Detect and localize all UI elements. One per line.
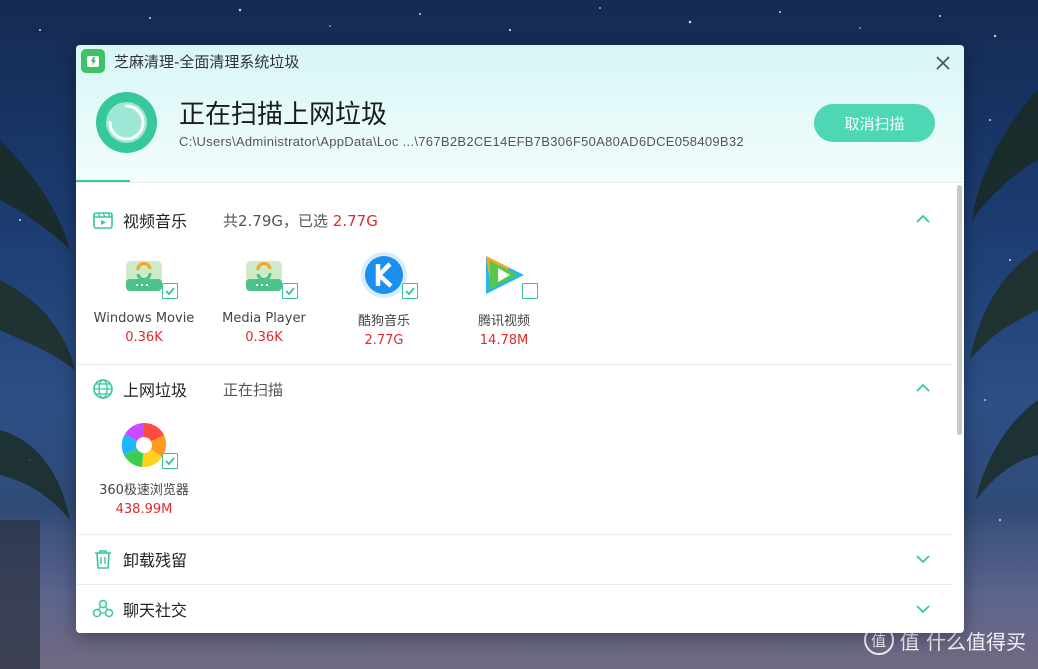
360-browser-icon [120, 421, 178, 469]
checkbox[interactable] [522, 283, 538, 299]
section-label: 卸载残留 [123, 551, 188, 570]
scan-current-path: C:\Users\Administrator\AppData\Loc ...\7… [179, 134, 744, 149]
section-label: 上网垃圾 [123, 381, 188, 400]
globe-icon [93, 379, 113, 399]
media-player-icon [240, 251, 298, 299]
section-label: 聊天社交 [123, 601, 188, 620]
app-item-360-browser[interactable]: 360极速浏览器 438.99M [84, 421, 204, 517]
summary-selected: 2.77G [332, 212, 378, 230]
chevron-down-icon[interactable] [916, 604, 930, 614]
scan-results-list: 视频音乐 共2.79G，已选 2.77G Windows Movie 0.36K… [76, 183, 964, 633]
app-name: Windows Movie [93, 311, 195, 326]
app-size: 14.78M [479, 333, 529, 348]
scan-status-title: 正在扫描上网垃圾 [179, 100, 388, 130]
video-music-icon [93, 212, 113, 229]
scan-spinner-icon [108, 104, 145, 141]
app-item-kugou[interactable]: 酷狗音乐 2.77G [324, 251, 444, 348]
window-title: 芝麻清理-全面清理系统垃圾 [114, 52, 300, 71]
app-item-media-player[interactable]: Media Player 0.36K [204, 251, 324, 345]
chevron-up-icon[interactable] [916, 214, 930, 224]
app-name: Media Player [222, 311, 306, 326]
section-web-junk: 上网垃圾 正在扫描 360极速浏览器 438.99M [76, 364, 952, 535]
section-uninstall-leftovers[interactable]: 卸载残留 [76, 534, 952, 585]
cancel-scan-button[interactable]: 取消扫描 [814, 104, 935, 142]
palm-tree-right-decoration [970, 90, 1038, 500]
app-name: 腾讯视频 [477, 314, 530, 329]
section-chat-social[interactable]: 聊天社交 [76, 584, 952, 633]
app-item-windows-movie[interactable]: Windows Movie 0.36K [84, 251, 204, 345]
app-name: 酷狗音乐 [357, 314, 410, 329]
section-video-music: 视频音乐 共2.79G，已选 2.77G Windows Movie 0.36K… [76, 183, 952, 365]
section-status: 正在扫描 [223, 381, 284, 399]
app-name: 360极速浏览器 [99, 483, 189, 498]
checkbox[interactable] [162, 453, 178, 469]
section-header[interactable]: 上网垃圾 [92, 377, 187, 401]
titlebar: 芝麻清理-全面清理系统垃圾 [76, 45, 964, 77]
app-size: 438.99M [115, 502, 173, 517]
kugou-icon [360, 251, 418, 299]
app-size: 2.77G [364, 333, 404, 348]
windows-movie-icon [120, 251, 178, 299]
checkbox[interactable] [402, 283, 418, 299]
section-header[interactable]: 聊天社交 [92, 597, 187, 621]
cleaner-window: 芝麻清理-全面清理系统垃圾 正在扫描上网垃圾 C:\Users\Administ… [76, 45, 964, 633]
section-header[interactable]: 卸载残留 [92, 547, 187, 571]
window-header: 芝麻清理-全面清理系统垃圾 正在扫描上网垃圾 C:\Users\Administ… [76, 45, 964, 183]
chevron-up-icon[interactable] [916, 383, 930, 393]
app-item-tencent-video[interactable]: 腾讯视频 14.78M [444, 251, 564, 348]
palm-tree-left-decoration [0, 140, 75, 669]
tencent-video-icon [480, 251, 538, 299]
checkbox[interactable] [282, 283, 298, 299]
close-icon[interactable] [936, 56, 950, 70]
checkbox[interactable] [162, 283, 178, 299]
summary-total: 共2.79G，已选 [223, 212, 333, 230]
scrollbar[interactable] [957, 185, 962, 435]
section-header[interactable]: 视频音乐 [92, 208, 187, 232]
app-size: 0.36K [125, 330, 163, 345]
trash-icon [95, 550, 111, 569]
app-size: 0.36K [245, 330, 283, 345]
section-label: 视频音乐 [123, 212, 188, 231]
chat-people-icon [92, 599, 114, 618]
app-logo-icon [81, 49, 105, 73]
chevron-down-icon[interactable] [916, 554, 930, 564]
section-summary: 共2.79G，已选 2.77G [223, 210, 378, 231]
